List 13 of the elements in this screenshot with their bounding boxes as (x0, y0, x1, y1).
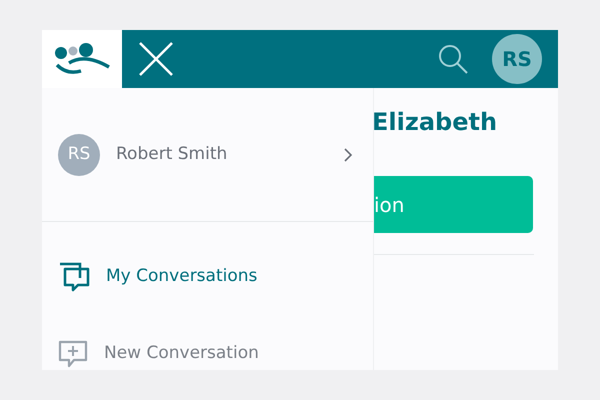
add-chat-icon (58, 340, 88, 368)
user-name: Robert Smith (116, 142, 228, 166)
menu-item[interactable]: New Conversation (58, 340, 357, 368)
close-icon[interactable] (138, 41, 174, 77)
logo-icon (53, 41, 111, 77)
greeting-text: Elizabeth (372, 107, 498, 138)
avatar[interactable]: RS (492, 34, 542, 84)
search-icon[interactable] (438, 44, 468, 74)
chevron-right-icon[interactable] (343, 146, 353, 162)
menu-item[interactable]: My Conversations (58, 262, 357, 292)
user-avatar: RS (58, 134, 100, 176)
chat-icon (58, 262, 90, 292)
action-button[interactable]: ion (374, 176, 533, 233)
